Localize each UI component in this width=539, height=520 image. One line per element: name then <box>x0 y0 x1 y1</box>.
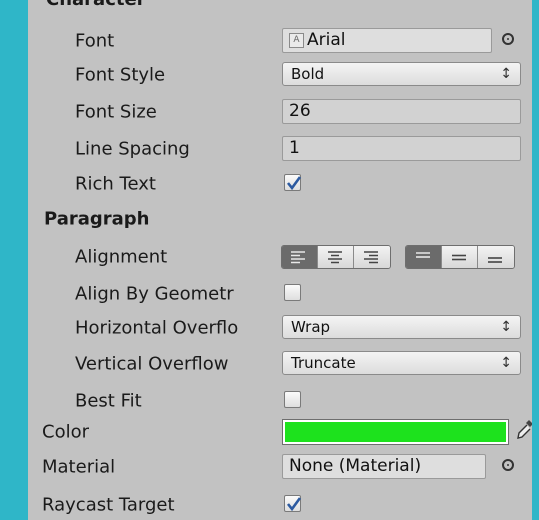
vertical-alignment-group <box>405 245 515 269</box>
font-style-value: Bold <box>291 65 325 83</box>
color-field[interactable] <box>282 419 509 445</box>
horizontal-overflow-value: Wrap <box>291 318 331 336</box>
alignment-row: Alignment <box>28 240 532 274</box>
raycast-target-checkbox[interactable] <box>284 495 302 512</box>
horizontal-overflow-dropdown[interactable]: Wrap ↕ <box>282 315 521 339</box>
paragraph-row: Paragraph <box>28 202 532 236</box>
align-by-geometry-checkbox[interactable] <box>284 284 301 301</box>
line-spacing-row: Line Spacing 1 <box>28 132 532 166</box>
font-size-row: Font Size 26 <box>28 95 532 129</box>
vertical-overflow-value: Truncate <box>291 354 356 372</box>
font-field[interactable]: A Arial <box>282 28 492 53</box>
inspector-text-panel: Character Font AArial Font Style Bold ↕ … <box>28 0 532 520</box>
align-center-icon <box>328 251 342 264</box>
align-left-button[interactable] <box>282 246 318 268</box>
font-value: Arial <box>307 30 346 50</box>
align-right-button[interactable] <box>354 246 390 268</box>
align-middle-icon <box>452 254 466 261</box>
color-label: Color <box>42 421 89 443</box>
align-center-button[interactable] <box>318 246 354 268</box>
material-field[interactable]: None (Material) <box>282 454 486 479</box>
raycast-target-row: Raycast Target <box>28 488 532 520</box>
align-middle-button[interactable] <box>442 246 478 268</box>
align-left-icon <box>291 251 305 264</box>
horizontal-overflow-row: Horizontal Overflo Wrap ↕ <box>28 311 532 345</box>
font-style-label: Font Style <box>75 64 166 86</box>
align-by-geometry-row: Align By Geometr <box>28 277 532 311</box>
best-fit-checkbox[interactable] <box>284 391 301 408</box>
alignment-label: Alignment <box>75 246 168 268</box>
align-right-icon <box>364 251 378 264</box>
paragraph-section-header: Paragraph <box>44 208 150 230</box>
vertical-overflow-dropdown[interactable]: Truncate ↕ <box>282 351 521 375</box>
rich-text-row: Rich Text <box>28 167 532 201</box>
align-top-button[interactable] <box>406 246 442 268</box>
align-bottom-icon <box>488 257 502 263</box>
raycast-target-label: Raycast Target <box>42 494 175 516</box>
color-row: Color <box>28 415 532 449</box>
vertical-overflow-label: Vertical Overflow <box>75 353 229 375</box>
dropdown-arrows-icon: ↕ <box>500 66 512 82</box>
align-top-icon <box>416 252 430 258</box>
font-label: Font <box>75 30 115 52</box>
dropdown-arrows-icon: ↕ <box>500 355 512 371</box>
font-style-row: Font Style Bold ↕ <box>28 58 532 92</box>
font-picker-icon[interactable] <box>502 33 514 45</box>
font-row: Font A Arial <box>28 24 532 58</box>
best-fit-row: Best Fit <box>28 384 532 418</box>
eyedropper-icon[interactable] <box>516 419 532 441</box>
line-spacing-label: Line Spacing <box>75 138 190 160</box>
font-asset-icon: A <box>289 32 304 48</box>
align-by-geometry-label: Align By Geometr <box>75 283 234 305</box>
horizontal-overflow-label: Horizontal Overflo <box>75 317 239 339</box>
vertical-overflow-row: Vertical Overflow Truncate ↕ <box>28 347 532 381</box>
material-row: Material None (Material) <box>28 450 532 484</box>
font-size-input[interactable]: 26 <box>282 99 521 124</box>
best-fit-label: Best Fit <box>75 390 142 412</box>
color-swatch <box>285 422 506 442</box>
material-picker-icon[interactable] <box>502 459 514 471</box>
dropdown-arrows-icon: ↕ <box>500 319 512 335</box>
rich-text-checkbox[interactable] <box>284 174 302 191</box>
rich-text-label: Rich Text <box>75 173 156 195</box>
character-section-header: Character <box>46 0 146 10</box>
checkmark-icon <box>286 497 302 512</box>
line-spacing-input[interactable]: 1 <box>282 136 521 161</box>
checkmark-icon <box>286 176 302 191</box>
align-bottom-button[interactable] <box>478 246 514 268</box>
horizontal-alignment-group <box>281 245 391 269</box>
font-style-dropdown[interactable]: Bold ↕ <box>282 62 521 86</box>
font-size-label: Font Size <box>75 101 157 123</box>
material-label: Material <box>42 456 116 478</box>
